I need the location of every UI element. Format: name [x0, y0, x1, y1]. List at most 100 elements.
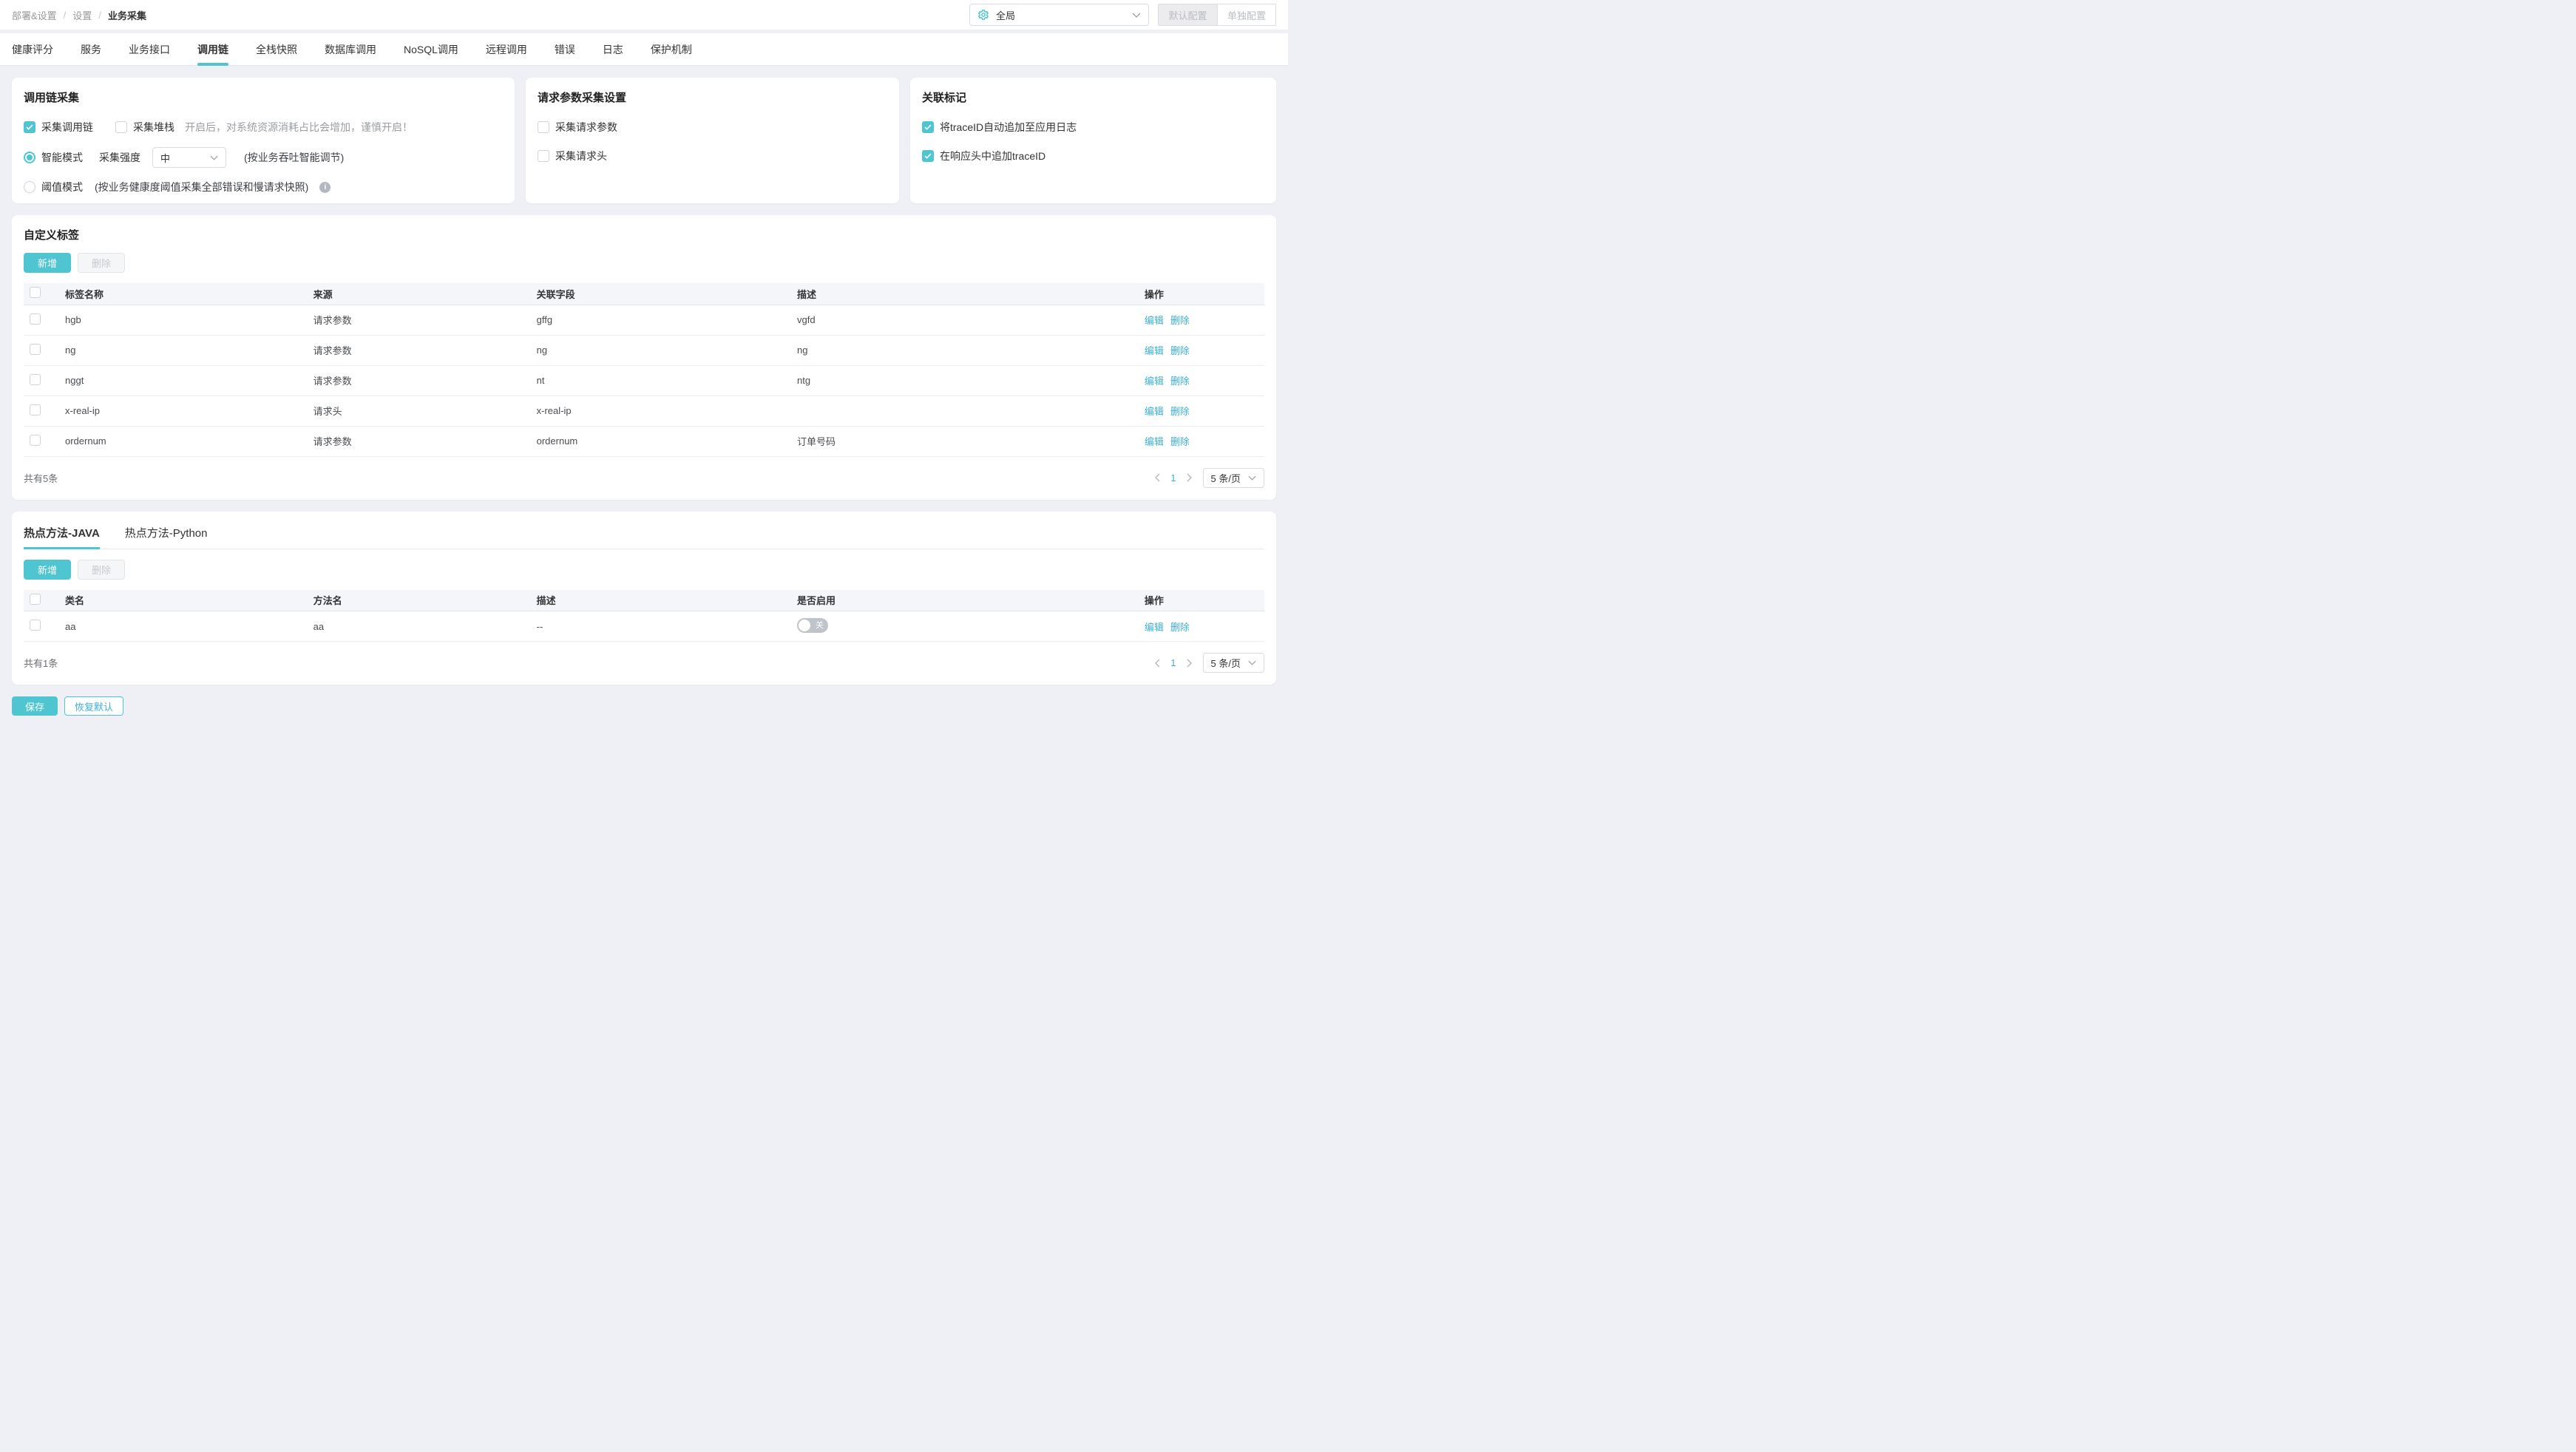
chevron-down-icon: [210, 155, 218, 160]
row-checkbox[interactable]: [30, 343, 41, 355]
tab-health-score[interactable]: 健康评分: [12, 33, 53, 65]
delete-method-button[interactable]: 删除: [78, 559, 126, 580]
append-traceid-header-label: 在响应头中追加traceID: [940, 150, 1046, 162]
row-checkbox[interactable]: [30, 313, 41, 325]
table-row: nggt 请求参数 nt ntg 编辑 删除: [24, 365, 1264, 396]
edit-link[interactable]: 编辑: [1145, 315, 1164, 326]
enable-toggle[interactable]: 关: [797, 617, 828, 633]
restore-defaults-button[interactable]: 恢复默认: [64, 696, 124, 716]
collect-trace-checkbox[interactable]: [24, 121, 35, 133]
add-method-button[interactable]: 新增: [24, 559, 72, 580]
delete-tag-button[interactable]: 删除: [78, 253, 126, 273]
delete-link[interactable]: 删除: [1170, 622, 1190, 633]
tab-hot-methods-java[interactable]: 热点方法-JAVA: [24, 523, 100, 549]
card-request-params: 请求参数采集设置 采集请求参数 采集请求头: [526, 78, 899, 203]
cell-field: ng: [530, 335, 791, 366]
append-traceid-log-label: 将traceID自动追加至应用日志: [940, 121, 1077, 133]
save-button[interactable]: 保存: [12, 696, 58, 716]
delete-link[interactable]: 删除: [1170, 315, 1190, 326]
tab-nosql-calls[interactable]: NoSQL调用: [404, 33, 458, 65]
collect-request-params-label: 采集请求参数: [555, 121, 617, 133]
next-page-button[interactable]: [1187, 659, 1193, 668]
column-header-source: 来源: [307, 283, 531, 305]
collect-stack-hint: 开启后，对系统资源消耗占比会增加，谨慎开启！: [185, 121, 413, 133]
tab-db-calls[interactable]: 数据库调用: [325, 33, 376, 65]
next-page-button[interactable]: [1187, 473, 1193, 482]
table-row: aa aa -- 关 编辑 删除: [24, 611, 1264, 642]
append-traceid-log-checkbox[interactable]: [922, 121, 934, 133]
add-tag-button[interactable]: 新增: [24, 253, 72, 273]
edit-link[interactable]: 编辑: [1145, 376, 1164, 387]
prev-page-button[interactable]: [1154, 659, 1160, 668]
page-number[interactable]: 1: [1170, 657, 1176, 668]
edit-link[interactable]: 编辑: [1145, 345, 1164, 356]
tab-full-snapshot[interactable]: 全栈快照: [256, 33, 297, 65]
breadcrumb-current-page: 业务采集: [107, 10, 146, 21]
toggle-knob: [799, 619, 810, 631]
collect-trace-label: 采集调用链: [41, 121, 93, 133]
cell-field: ordernum: [530, 426, 791, 457]
cell-source: 请求参数: [307, 305, 531, 336]
cell-desc: ntg: [791, 365, 1139, 396]
tab-trace[interactable]: 调用链: [197, 33, 228, 66]
collect-request-headers-label: 采集请求头: [555, 150, 607, 162]
cell-class-name: aa: [59, 611, 308, 642]
row-checkbox[interactable]: [30, 404, 41, 415]
hot-methods-section: 热点方法-JAVA 热点方法-Python 新增 删除 类名 方法名 描述 是否…: [12, 511, 1276, 685]
scope-select-value: 全局: [996, 10, 1016, 21]
prev-page-button[interactable]: [1154, 473, 1160, 482]
row-checkbox[interactable]: [30, 434, 41, 446]
page-size-select[interactable]: 5 条/页: [1202, 467, 1264, 488]
hot-methods-table: 类名 方法名 描述 是否启用 操作 aa aa -- 关 编辑 删除: [24, 589, 1264, 642]
row-checkbox[interactable]: [30, 373, 41, 385]
breadcrumb-item-deploy-settings[interactable]: 部署&设置: [12, 8, 57, 22]
select-all-checkbox[interactable]: [30, 593, 41, 605]
topbar: 部署&设置 / 设置 / 业务采集 全局 默认配置 单独配置: [0, 0, 1288, 30]
smart-mode-radio[interactable]: [24, 152, 35, 163]
collect-request-headers-checkbox[interactable]: [538, 150, 549, 162]
edit-link[interactable]: 编辑: [1145, 622, 1164, 633]
chevron-down-icon: [1132, 13, 1141, 18]
collect-stack-checkbox[interactable]: [115, 121, 127, 133]
column-header-actions: 操作: [1138, 589, 1264, 611]
page-number[interactable]: 1: [1170, 472, 1176, 484]
cell-source: 请求参数: [307, 365, 531, 396]
smart-mode-label: 智能模式: [41, 152, 83, 163]
separate-config-button[interactable]: 单独配置: [1217, 4, 1276, 26]
custom-tags-section: 自定义标签 新增 删除 标签名称 来源 关联字段 描述 操作 hgb 请求参数 …: [12, 215, 1276, 500]
tab-protection[interactable]: 保护机制: [651, 33, 692, 65]
breadcrumb-separator: /: [98, 9, 101, 21]
page-size-select[interactable]: 5 条/页: [1202, 653, 1264, 673]
delete-link[interactable]: 删除: [1170, 376, 1190, 387]
scope-select[interactable]: 全局: [969, 4, 1149, 26]
collect-request-params-checkbox[interactable]: [538, 121, 549, 133]
table-row: hgb 请求参数 gffg vgfd 编辑 删除: [24, 305, 1264, 336]
row-checkbox[interactable]: [30, 620, 41, 631]
tab-logs[interactable]: 日志: [603, 33, 623, 65]
toggle-state-label: 关: [816, 620, 824, 630]
delete-link[interactable]: 删除: [1170, 436, 1190, 447]
info-icon[interactable]: i: [319, 181, 331, 193]
card-trace-collection: 调用链采集 采集调用链 采集堆栈 开启后，对系统资源消耗占比会增加，谨慎开启！ …: [12, 78, 515, 203]
edit-link[interactable]: 编辑: [1145, 406, 1164, 417]
select-all-checkbox[interactable]: [30, 287, 41, 299]
append-traceid-header-checkbox[interactable]: [922, 150, 934, 162]
card-title: 调用链采集: [24, 92, 80, 104]
column-header-class-name: 类名: [59, 589, 308, 611]
total-count: 共有1条: [24, 658, 58, 669]
tab-hot-methods-python[interactable]: 热点方法-Python: [125, 523, 208, 549]
tab-business-api[interactable]: 业务接口: [129, 33, 170, 65]
strength-select[interactable]: 中: [152, 147, 226, 168]
default-config-button[interactable]: 默认配置: [1158, 4, 1217, 26]
threshold-mode-radio[interactable]: [24, 181, 35, 193]
delete-link[interactable]: 删除: [1170, 345, 1190, 356]
hot-methods-tabs: 热点方法-JAVA 热点方法-Python: [24, 523, 1264, 549]
tab-remote-calls[interactable]: 远程调用: [486, 33, 527, 65]
edit-link[interactable]: 编辑: [1145, 436, 1164, 447]
column-header-desc: 描述: [530, 589, 791, 611]
tab-errors[interactable]: 错误: [555, 33, 575, 65]
delete-link[interactable]: 删除: [1170, 406, 1190, 417]
tab-services[interactable]: 服务: [81, 33, 101, 65]
breadcrumb-item-settings[interactable]: 设置: [72, 8, 92, 22]
section-title: 自定义标签: [24, 229, 80, 242]
